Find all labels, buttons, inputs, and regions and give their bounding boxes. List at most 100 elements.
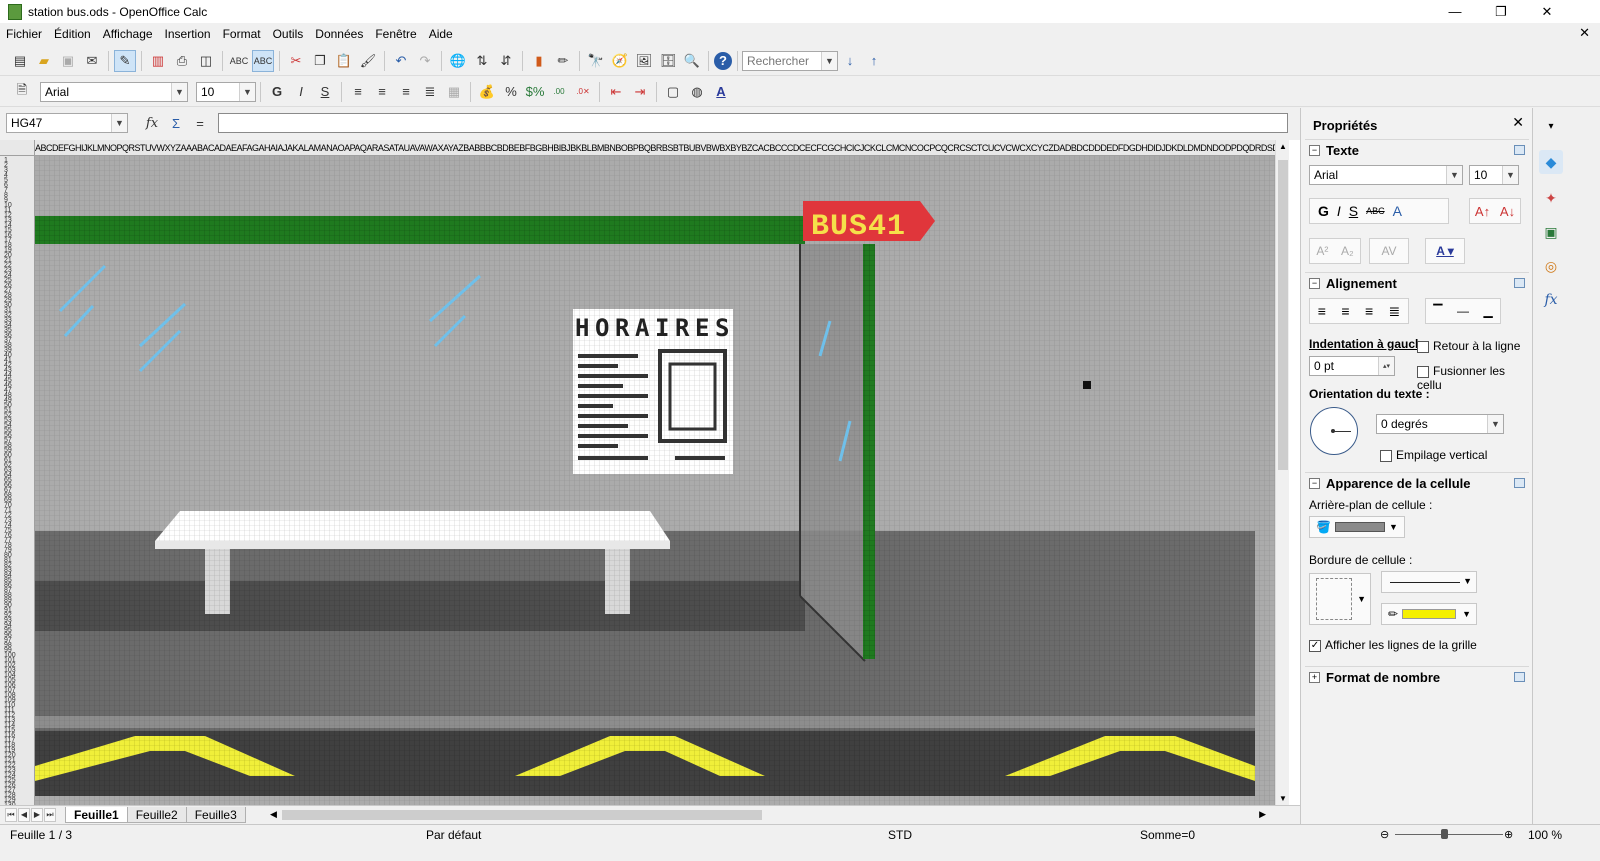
sidebar-justify-icon[interactable]: ≣ (1389, 303, 1401, 320)
next-sheet-icon[interactable]: ▶ (31, 807, 43, 822)
chevron-down-icon[interactable]: ▼ (1487, 415, 1503, 433)
sidebar-bold-icon[interactable]: G (1318, 203, 1329, 219)
font-size-select[interactable]: 10 ▼ (196, 81, 256, 102)
last-sheet-icon[interactable]: ⏭ (44, 807, 56, 822)
merge-cells-checkbox[interactable]: Fusionner les cellu (1417, 364, 1532, 392)
horizontal-scroll-thumb[interactable] (282, 810, 762, 820)
underline-button[interactable]: S (314, 81, 336, 103)
increase-font-icon[interactable]: A↑ (1475, 204, 1490, 219)
subscript-icon[interactable]: A₂ (1341, 244, 1354, 258)
help-icon[interactable]: ? (714, 51, 732, 70)
section-texte[interactable]: − Texte (1305, 139, 1529, 161)
align-center-icon[interactable]: ≡ (371, 81, 393, 103)
zoom-icon[interactable]: 🔍 (681, 50, 703, 72)
spin-icon[interactable]: ▴▾ (1378, 357, 1394, 375)
column-headers[interactable]: ABCDEFGHIJKLMNOPQRSTUVWXYZAAABACADAEAFAG… (35, 140, 1275, 156)
styles-formatting-icon[interactable]: 🗎 (11, 81, 33, 103)
borders-icon[interactable]: ▢ (662, 81, 684, 103)
open-folder-icon[interactable]: ▰ (33, 50, 55, 72)
increase-indent-icon[interactable]: ⇥ (629, 81, 651, 103)
navigator-deck-icon[interactable]: ◎ (1539, 254, 1563, 278)
align-top-icon[interactable]: ▔ (1433, 304, 1442, 318)
character-spacing-icon[interactable]: AV (1369, 238, 1409, 264)
print-preview-icon[interactable]: ◫ (195, 50, 217, 72)
tab-feuille1[interactable]: Feuille1 (65, 806, 128, 823)
clone-formatting-icon[interactable]: 🖌 (357, 50, 379, 72)
functions-deck-icon[interactable]: fx (1539, 288, 1563, 312)
more-options-icon[interactable] (1514, 278, 1525, 288)
email-icon[interactable]: ✉ (81, 50, 103, 72)
more-options-icon[interactable] (1514, 672, 1525, 682)
currency-format-icon[interactable]: 💰 (476, 81, 498, 103)
sidebar-align-left-icon[interactable]: ≡ (1318, 303, 1326, 319)
spreadsheet-grid[interactable]: ABCDEFGHIJKLMNOPQRSTUVWXYZAAABACADAEAFAG… (0, 140, 1300, 805)
section-format-nombre[interactable]: + Format de nombre (1305, 666, 1529, 688)
section-alignement[interactable]: − Alignement (1305, 272, 1529, 294)
indent-input[interactable]: 0 pt ▴▾ (1309, 356, 1395, 376)
align-bottom-icon[interactable]: ▁ (1483, 304, 1492, 318)
superscript-icon[interactable]: A² (1316, 244, 1328, 258)
function-wizard-button[interactable]: fx (141, 112, 163, 134)
degrees-select[interactable]: 0 degrés ▼ (1376, 414, 1504, 434)
scroll-right-icon[interactable]: ▶ (1259, 809, 1266, 820)
cut-icon[interactable]: ✂ (285, 50, 307, 72)
sidebar-underline-icon[interactable]: S (1349, 203, 1358, 219)
collapse-icon[interactable]: − (1309, 278, 1320, 289)
menu-insertion[interactable]: Insertion (159, 27, 217, 41)
sidebar-italic-icon[interactable]: I (1337, 203, 1341, 219)
find-replace-icon[interactable]: 🔭 (585, 50, 607, 72)
chevron-down-icon[interactable]: ▼ (239, 82, 255, 101)
align-middle-icon[interactable]: — (1457, 304, 1469, 318)
expand-icon[interactable]: + (1309, 672, 1320, 683)
zoom-in-icon[interactable]: ⊕ (1504, 828, 1513, 841)
paste-icon[interactable]: 📋 (333, 50, 355, 72)
properties-deck-icon[interactable]: ◆ (1539, 150, 1563, 174)
vertical-scrollbar[interactable]: ▲ ▼ (1275, 140, 1289, 805)
find-previous-icon[interactable]: ↑ (863, 50, 885, 72)
new-document-icon[interactable]: ▤ (9, 50, 31, 72)
delete-decimal-icon[interactable]: .0✕ (572, 81, 594, 103)
copy-icon[interactable]: ❐ (309, 50, 331, 72)
styles-deck-icon[interactable]: ✦ (1539, 186, 1563, 210)
pixel-art-canvas[interactable]: BUS41 HORAIRES (35, 156, 1275, 805)
vertical-stack-checkbox[interactable]: Empilage vertical (1380, 448, 1487, 462)
section-apparence[interactable]: − Apparence de la cellule (1305, 472, 1529, 494)
gallery-deck-icon[interactable]: ▣ (1539, 220, 1563, 244)
search-input[interactable]: Rechercher ▼ (742, 50, 838, 71)
sum-button[interactable]: Σ (165, 112, 187, 134)
sort-descending-icon[interactable]: ⇵ (495, 50, 517, 72)
menu-aide[interactable]: Aide (423, 27, 459, 41)
edit-file-icon[interactable]: ✎ (114, 49, 136, 72)
percent-format-icon[interactable]: % (500, 81, 522, 103)
chevron-down-icon[interactable]: ▼ (111, 114, 127, 132)
chart-icon[interactable]: ▮ (528, 50, 550, 72)
border-style-picker[interactable]: ▼ (1381, 571, 1477, 593)
collapse-icon[interactable]: − (1309, 478, 1320, 489)
add-decimal-icon[interactable]: .00 (548, 81, 570, 103)
align-right-icon[interactable]: ≡ (395, 81, 417, 103)
export-pdf-icon[interactable]: ▥ (147, 50, 169, 72)
previous-sheet-icon[interactable]: ◀ (18, 807, 30, 822)
standard-format-icon[interactable]: $% (524, 81, 546, 103)
menu-outils[interactable]: Outils (267, 27, 310, 41)
show-gridlines-checkbox[interactable]: ✓ Afficher les lignes de la grille (1309, 638, 1477, 652)
zoom-slider[interactable] (1395, 834, 1503, 835)
scroll-down-icon[interactable]: ▼ (1279, 794, 1287, 803)
zoom-out-icon[interactable]: ⊖ (1380, 828, 1389, 841)
align-left-icon[interactable]: ≡ (347, 81, 369, 103)
shadow-icon[interactable]: A (1393, 203, 1402, 219)
italic-button[interactable]: I (290, 81, 312, 103)
font-color-icon[interactable]: A (710, 81, 732, 103)
border-color-picker[interactable]: ✏ ▼ (1381, 603, 1477, 625)
justify-icon[interactable]: ≣ (419, 81, 441, 103)
orientation-dial[interactable] (1310, 407, 1358, 455)
sort-ascending-icon[interactable]: ⇅ (471, 50, 493, 72)
bold-button[interactable]: G (266, 81, 288, 103)
row-headers[interactable]: 1 2 3 4 5 6 7 8 9 10 11 12 13 14 15 16 17 18 19 20 21 22 23 24 2… (0, 156, 35, 805)
strikethrough-icon[interactable]: ABC (1366, 206, 1385, 216)
scroll-left-icon[interactable]: ◀ (270, 809, 277, 820)
close-document-button[interactable]: ✕ (1579, 25, 1590, 41)
menu-donnees[interactable]: Données (309, 27, 369, 41)
tab-feuille2[interactable]: Feuille2 (126, 806, 187, 823)
chevron-down-icon[interactable]: ▼ (821, 51, 837, 70)
